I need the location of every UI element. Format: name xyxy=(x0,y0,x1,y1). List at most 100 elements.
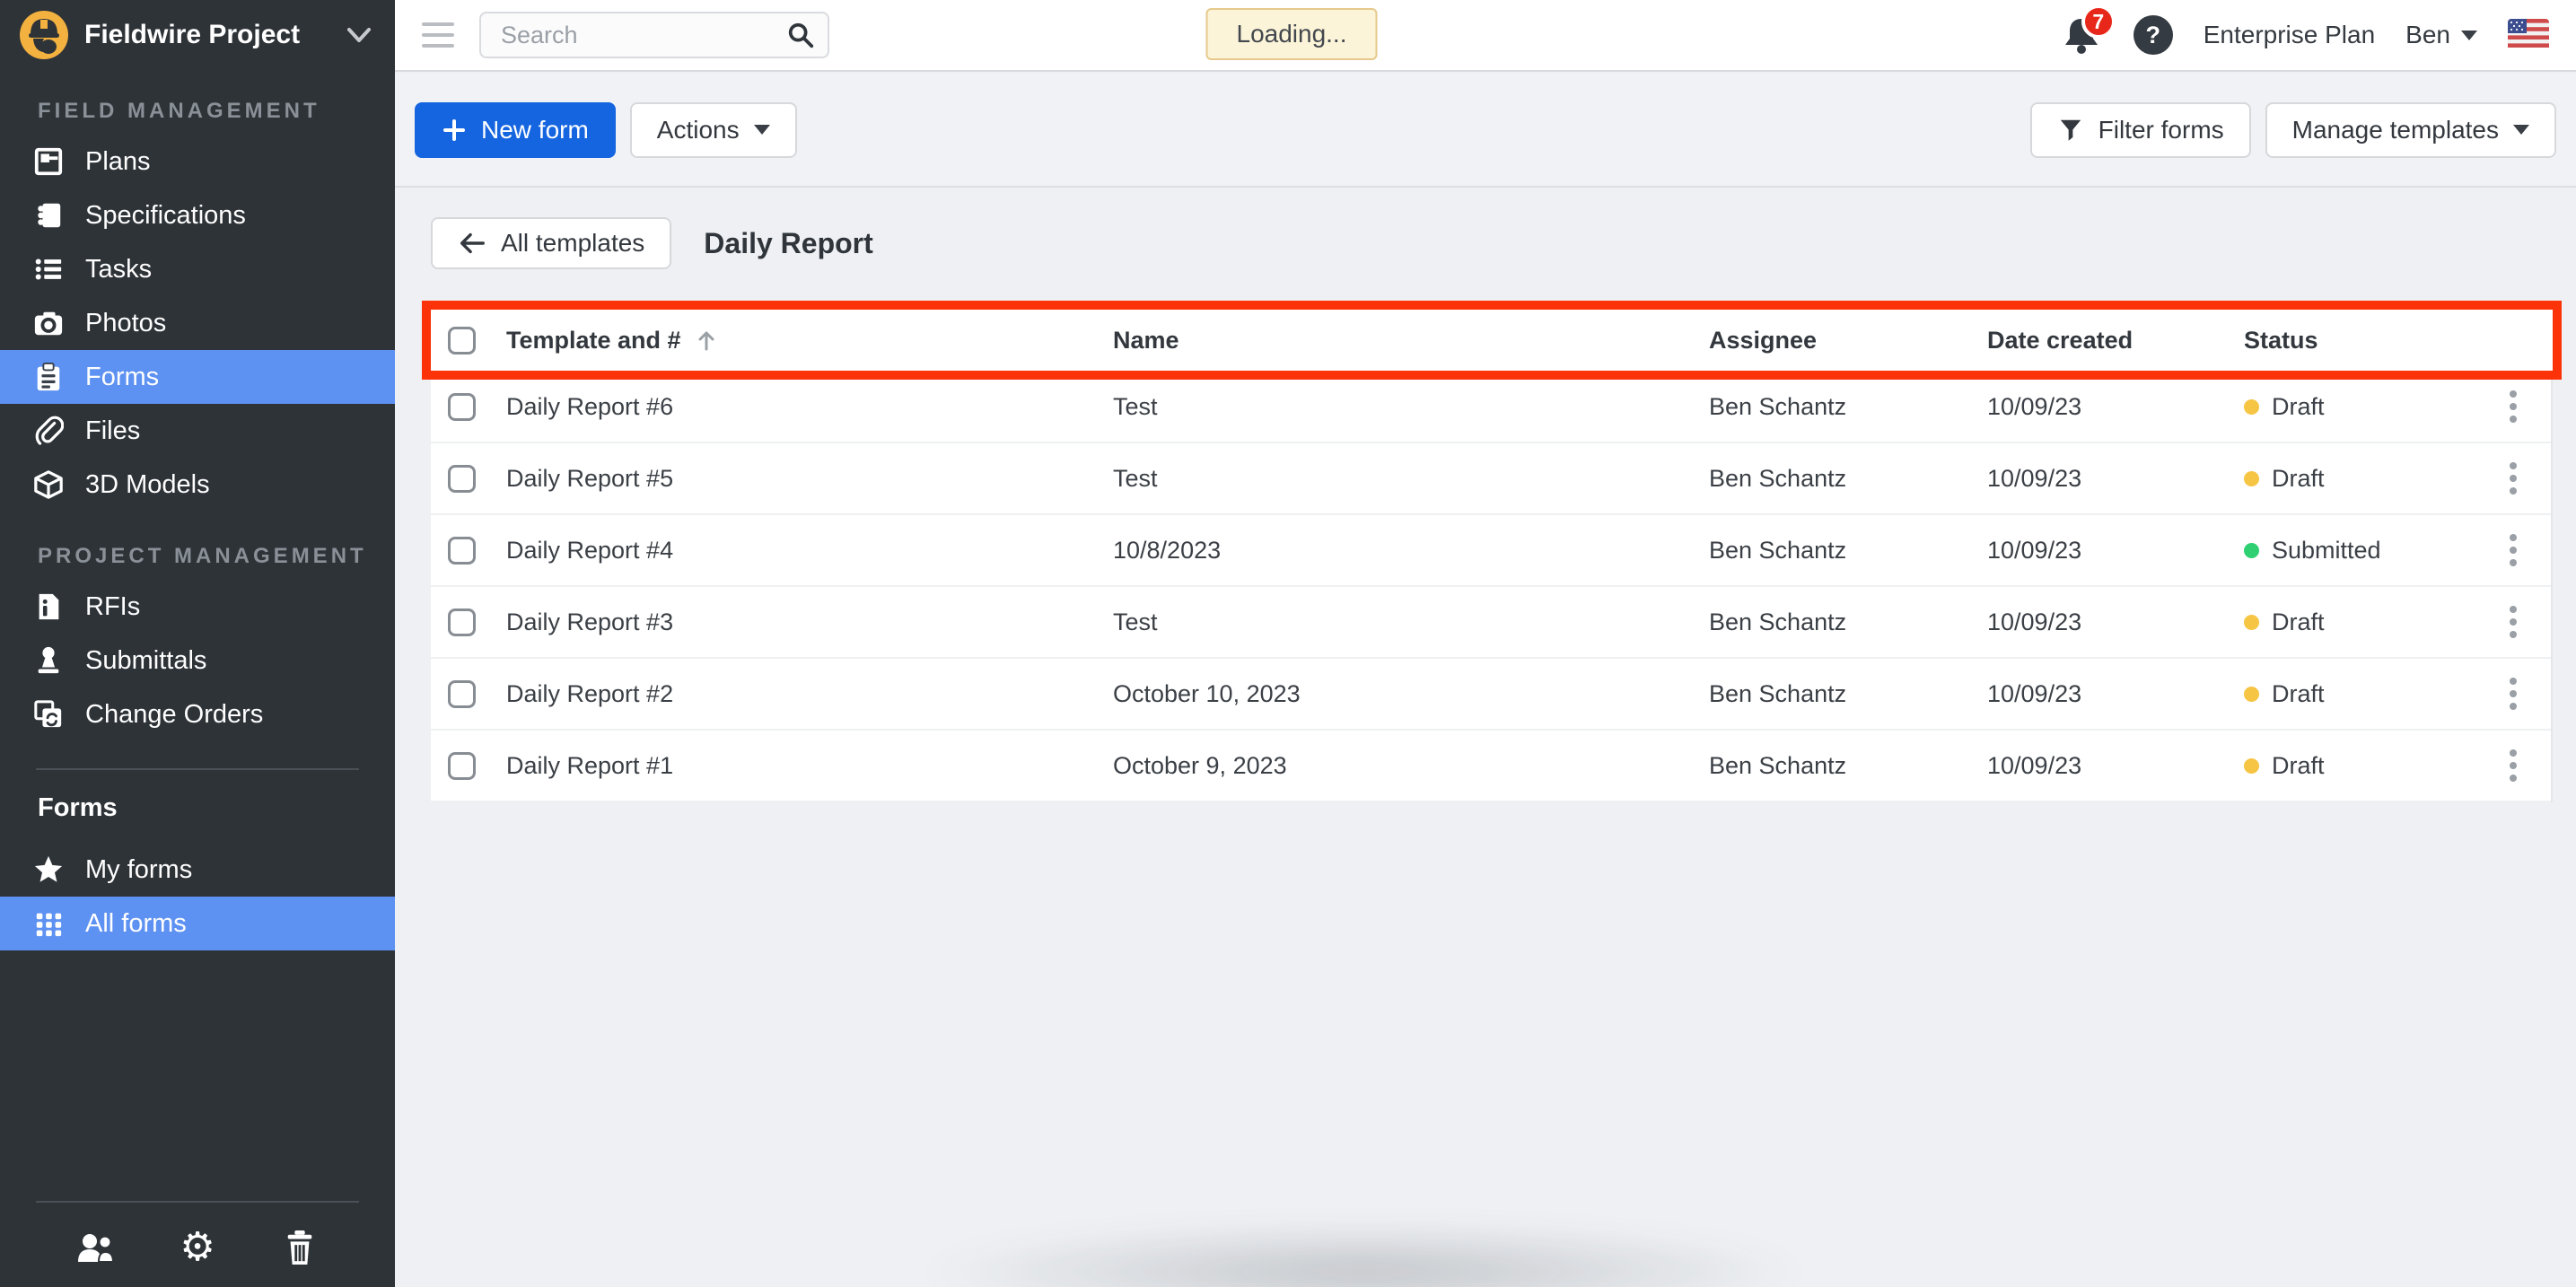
table-row[interactable]: Daily Report #3 Test Ben Schantz 10/09/2… xyxy=(431,587,2551,659)
plus-icon xyxy=(442,118,467,143)
files-icon xyxy=(32,415,65,447)
notification-count-badge: 7 xyxy=(2081,4,2116,39)
row-kebab-menu[interactable] xyxy=(2495,742,2531,789)
language-flag-us[interactable] xyxy=(2508,19,2549,52)
sidebar-item-label: Tasks xyxy=(85,255,152,285)
sidebar-item-photos[interactable]: Photos xyxy=(0,296,395,350)
page-title: Daily Report xyxy=(704,227,872,260)
help-icon[interactable]: ? xyxy=(2134,15,2173,55)
sidebar-item-files[interactable]: Files xyxy=(0,404,395,458)
sidebar-item-label: Forms xyxy=(85,363,159,392)
cell-date-created: 10/09/23 xyxy=(1987,537,2244,565)
column-header-template[interactable]: Template and # xyxy=(506,327,1113,355)
sidebar-item-all-forms[interactable]: All forms xyxy=(0,897,395,950)
row-kebab-menu[interactable] xyxy=(2495,599,2531,645)
row-checkbox[interactable] xyxy=(448,537,476,565)
plan-badge: Enterprise Plan xyxy=(2204,21,2375,49)
trash-icon[interactable] xyxy=(280,1228,320,1267)
cell-date-created: 10/09/23 xyxy=(1987,608,2244,636)
all-templates-label: All templates xyxy=(501,229,644,258)
rfi-document-icon xyxy=(32,591,65,623)
cell-date-created: 10/09/23 xyxy=(1987,752,2244,780)
forms-section-heading: Forms xyxy=(0,793,395,823)
sidebar-item-label: 3D Models xyxy=(85,470,210,500)
user-menu[interactable]: Ben xyxy=(2405,21,2477,49)
new-form-button[interactable]: New form xyxy=(415,102,616,158)
sidebar-item-specifications[interactable]: Specifications xyxy=(0,188,395,242)
status-dot xyxy=(2244,399,2259,415)
notifications-bell[interactable]: 7 xyxy=(2060,13,2103,57)
search-icon[interactable] xyxy=(786,21,815,54)
status-label: Submitted xyxy=(2272,537,2381,565)
column-header-label: Status xyxy=(2244,327,2318,355)
cell-date-created: 10/09/23 xyxy=(1987,680,2244,708)
chevron-down-icon[interactable] xyxy=(343,19,375,51)
sidebar-item-forms[interactable]: Forms xyxy=(0,350,395,404)
select-all-checkbox[interactable] xyxy=(448,327,476,355)
project-switcher[interactable]: Fieldwire Project xyxy=(0,0,395,70)
row-kebab-menu[interactable] xyxy=(2495,527,2531,573)
cell-status: Submitted xyxy=(2244,537,2493,565)
status-label: Draft xyxy=(2272,608,2325,636)
sidebar-item-3d-models[interactable]: 3D Models xyxy=(0,458,395,512)
cell-status: Draft xyxy=(2244,680,2493,708)
filter-forms-button[interactable]: Filter forms xyxy=(2030,102,2251,158)
sidebar-item-rfis[interactable]: RFIs xyxy=(0,580,395,634)
row-checkbox[interactable] xyxy=(448,608,476,636)
people-icon[interactable] xyxy=(75,1228,115,1267)
topbar: 7 ? Enterprise Plan Ben xyxy=(395,0,2576,72)
row-checkbox[interactable] xyxy=(448,752,476,780)
table-row[interactable]: Daily Report #1 October 9, 2023 Ben Scha… xyxy=(431,731,2551,802)
column-header-status[interactable]: Status xyxy=(2244,327,2495,355)
manage-templates-button[interactable]: Manage templates xyxy=(2265,102,2556,158)
row-checkbox[interactable] xyxy=(448,393,476,421)
table-row[interactable]: Daily Report #2 October 10, 2023 Ben Sch… xyxy=(431,659,2551,731)
table-row[interactable]: Daily Report #5 Test Ben Schantz 10/09/2… xyxy=(431,443,2551,515)
cell-name: Test xyxy=(1113,465,1709,493)
sidebar-item-tasks[interactable]: Tasks xyxy=(0,242,395,296)
row-kebab-menu[interactable] xyxy=(2495,455,2531,502)
cell-template: Daily Report #6 xyxy=(506,393,1113,421)
actions-button[interactable]: Actions xyxy=(630,102,797,158)
cell-assignee: Ben Schantz xyxy=(1709,393,1987,421)
caret-down-icon xyxy=(754,125,770,135)
actions-label: Actions xyxy=(657,116,740,144)
sidebar-item-change-orders[interactable]: Change Orders xyxy=(0,687,395,741)
sidebar-item-submittals[interactable]: Submittals xyxy=(0,634,395,687)
sidebar-item-label: Change Orders xyxy=(85,700,263,730)
cell-name: October 9, 2023 xyxy=(1113,752,1709,780)
sidebar-footer: ⚙ xyxy=(0,1201,395,1287)
gear-icon[interactable]: ⚙ xyxy=(178,1228,217,1267)
sidebar-item-label: All forms xyxy=(85,909,187,939)
status-label: Draft xyxy=(2272,465,2325,493)
column-header-name[interactable]: Name xyxy=(1113,327,1709,355)
cell-date-created: 10/09/23 xyxy=(1987,393,2244,421)
hamburger-menu-icon[interactable] xyxy=(422,22,454,48)
column-header-date-created[interactable]: Date created xyxy=(1987,327,2244,355)
cell-template: Daily Report #2 xyxy=(506,680,1113,708)
row-kebab-menu[interactable] xyxy=(2495,383,2531,430)
cell-template: Daily Report #1 xyxy=(506,752,1113,780)
all-templates-back-button[interactable]: All templates xyxy=(431,217,671,269)
star-icon xyxy=(32,854,65,886)
sidebar-item-label: Submittals xyxy=(85,646,206,676)
cell-assignee: Ben Schantz xyxy=(1709,752,1987,780)
cell-status: Draft xyxy=(2244,393,2493,421)
row-checkbox[interactable] xyxy=(448,465,476,493)
forms-icon xyxy=(32,361,65,393)
row-kebab-menu[interactable] xyxy=(2495,670,2531,717)
row-checkbox[interactable] xyxy=(448,680,476,708)
table-row[interactable]: Daily Report #6 Test Ben Schantz 10/09/2… xyxy=(431,372,2551,443)
column-header-label: Assignee xyxy=(1709,327,1817,355)
status-label: Draft xyxy=(2272,393,2325,421)
user-name: Ben xyxy=(2405,21,2450,49)
table-row[interactable]: Daily Report #4 10/8/2023 Ben Schantz 10… xyxy=(431,515,2551,587)
column-header-assignee[interactable]: Assignee xyxy=(1709,327,1987,355)
cell-name: October 10, 2023 xyxy=(1113,680,1709,708)
sidebar-item-my-forms[interactable]: My forms xyxy=(0,843,395,897)
sidebar-item-plans[interactable]: Plans xyxy=(0,135,395,188)
filter-forms-label: Filter forms xyxy=(2098,116,2224,144)
search-input[interactable] xyxy=(479,12,829,58)
forms-table: Template and # Name Assignee Date create… xyxy=(431,309,2553,802)
plans-icon xyxy=(32,145,65,178)
